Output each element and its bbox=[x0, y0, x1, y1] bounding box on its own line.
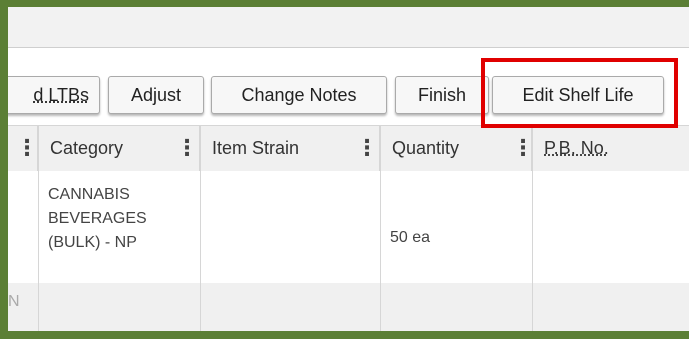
column-header-label: P.B. No. bbox=[544, 138, 609, 158]
column-divider bbox=[532, 125, 533, 331]
action-toolbar: d LTBs Adjust Change Notes Finish Edit S… bbox=[8, 73, 689, 125]
column-divider bbox=[200, 125, 201, 331]
column-menu-icon[interactable]: ⋮ bbox=[176, 126, 198, 169]
quantity-cell: 50 ea bbox=[390, 229, 431, 246]
column-header-label: Item Strain bbox=[212, 138, 300, 158]
column-divider bbox=[380, 125, 381, 331]
column-divider bbox=[38, 125, 39, 331]
column-header-partial bbox=[8, 126, 38, 171]
finish-button[interactable]: Finish bbox=[395, 76, 489, 114]
change-notes-button[interactable]: Change Notes bbox=[211, 76, 387, 114]
edit-shelf-life-button[interactable]: Edit Shelf Life bbox=[492, 76, 664, 114]
lot-ltbs-label: d LTBs bbox=[33, 85, 89, 105]
table-row[interactable] bbox=[8, 283, 689, 331]
category-cell: CANNABIS BEVERAGES (BULK) - NP bbox=[48, 186, 147, 251]
column-menu-icon[interactable]: ⋮ bbox=[512, 126, 534, 169]
column-header-pb-no[interactable]: P.B. No. bbox=[532, 126, 689, 171]
table-header: ⋮ Category ⋮ Item Strain ⋮ Quantity ⋮ P.… bbox=[8, 125, 689, 172]
row-fragment-text: N bbox=[8, 293, 20, 310]
app-window: d LTBs Adjust Change Notes Finish Edit S… bbox=[8, 7, 689, 331]
column-header-category[interactable]: Category ⋮ bbox=[38, 126, 200, 171]
column-header-quantity[interactable]: Quantity ⋮ bbox=[380, 126, 534, 171]
column-menu-icon[interactable]: ⋮ bbox=[356, 126, 378, 169]
column-header-label: Quantity bbox=[392, 138, 460, 158]
column-header-item-strain[interactable]: Item Strain ⋮ bbox=[200, 126, 380, 171]
top-bar bbox=[8, 7, 689, 48]
adjust-button[interactable]: Adjust bbox=[108, 76, 204, 114]
column-header-label: Category bbox=[50, 138, 124, 158]
lot-ltbs-button[interactable]: d LTBs bbox=[8, 76, 100, 114]
